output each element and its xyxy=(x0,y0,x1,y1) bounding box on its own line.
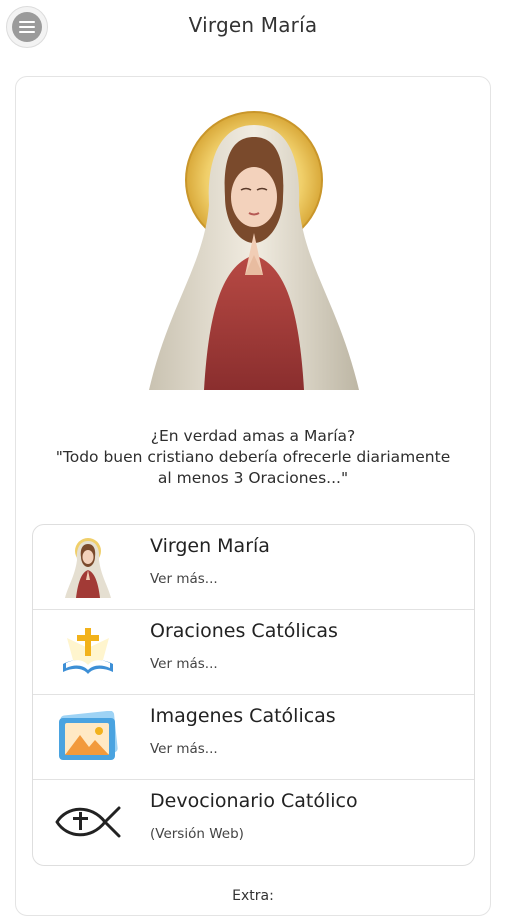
menu-list: Virgen María Ver más... Oraciones Católi… xyxy=(32,524,475,866)
ichthys-fish-icon xyxy=(53,792,123,852)
extra-label: Extra: xyxy=(232,888,274,904)
list-item-oraciones-catolicas[interactable]: Oraciones Católicas Ver más... xyxy=(33,610,474,695)
list-item-virgen-maria[interactable]: Virgen María Ver más... xyxy=(33,525,474,610)
item-subtitle: Ver más... xyxy=(150,656,218,672)
virgin-mary-icon xyxy=(53,537,123,598)
list-item-imagenes-catolicas[interactable]: Imagenes Católicas Ver más... xyxy=(33,695,474,780)
top-bar: Virgen María xyxy=(0,0,506,56)
item-subtitle: Ver más... xyxy=(150,741,218,757)
image-gallery-icon xyxy=(53,707,123,767)
quote-line: "Todo buen cristiano debería ofrecerle d… xyxy=(55,448,451,466)
quote-text: ¿En verdad amas a María? "Todo buen cris… xyxy=(16,426,490,489)
bible-cross-icon xyxy=(53,622,123,682)
quote-line: ¿En verdad amas a María? xyxy=(150,427,356,445)
virgin-mary-image xyxy=(149,111,359,390)
item-subtitle: (Versión Web) xyxy=(150,826,244,842)
item-title: Oraciones Católicas xyxy=(150,620,338,642)
item-title: Virgen María xyxy=(150,535,270,557)
item-subtitle: Ver más... xyxy=(150,571,218,587)
item-title: Imagenes Católicas xyxy=(150,705,336,727)
page-title: Virgen María xyxy=(188,13,318,37)
quote-line: al menos 3 Oraciones..." xyxy=(157,469,349,487)
item-title: Devocionario Católico xyxy=(150,790,358,812)
main-card: ¿En verdad amas a María? "Todo buen cris… xyxy=(15,76,491,916)
list-item-devocionario-catolico[interactable]: Devocionario Católico (Versión Web) xyxy=(33,780,474,865)
